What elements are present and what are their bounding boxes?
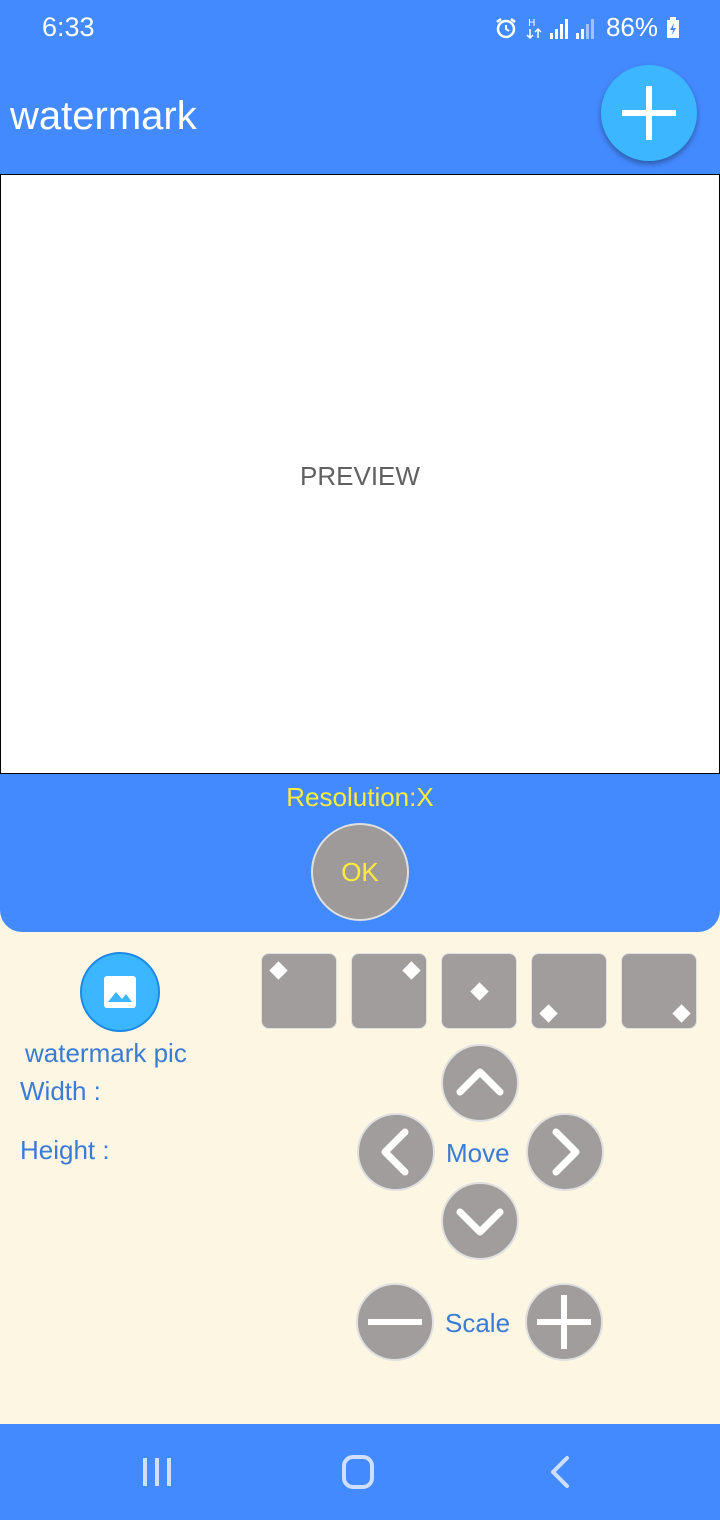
position-center-button[interactable] xyxy=(441,953,517,1029)
home-icon xyxy=(342,1455,374,1489)
add-button[interactable] xyxy=(601,65,697,161)
position-marker xyxy=(402,961,421,980)
alarm-icon xyxy=(496,17,516,38)
recent-apps-icon xyxy=(143,1458,171,1486)
chevron-down-icon xyxy=(456,1208,504,1236)
preview-label: PREVIEW xyxy=(300,461,420,491)
watermark-pic-label: watermark pic xyxy=(25,1038,187,1068)
chevron-up-icon xyxy=(456,1068,504,1096)
plus-icon xyxy=(537,1295,591,1349)
position-marker xyxy=(539,1004,558,1023)
signal-icon xyxy=(549,18,594,39)
scale-up-button[interactable] xyxy=(525,1283,603,1361)
scale-label: Scale xyxy=(445,1308,511,1338)
position-top-right-button[interactable] xyxy=(351,953,427,1029)
battery-percent: 86% xyxy=(605,12,658,42)
resolution-panel: Resolution:X OK xyxy=(0,774,720,932)
plus-icon xyxy=(622,86,676,140)
back-icon xyxy=(551,1456,569,1488)
navigation-bar xyxy=(0,1424,720,1520)
height-label: Height : xyxy=(20,1135,110,1165)
position-marker xyxy=(672,1004,691,1023)
svg-text:H: H xyxy=(528,18,536,29)
position-top-left-button[interactable] xyxy=(261,953,337,1029)
preview-area: PREVIEW xyxy=(0,174,720,774)
ok-button[interactable]: OK xyxy=(311,823,409,921)
scale-down-button[interactable] xyxy=(356,1283,434,1361)
move-left-button[interactable] xyxy=(357,1113,435,1191)
status-bar: 6:33 H 86% xyxy=(0,0,720,56)
move-up-button[interactable] xyxy=(441,1044,519,1122)
move-label: Move xyxy=(446,1138,510,1168)
position-bottom-left-button[interactable] xyxy=(531,953,607,1029)
status-time: 6:33 xyxy=(42,12,95,42)
chevron-left-icon xyxy=(381,1128,409,1176)
recent-apps-button[interactable] xyxy=(127,1448,187,1498)
width-label: Width : xyxy=(20,1076,101,1106)
chevron-right-icon xyxy=(552,1128,580,1176)
position-marker xyxy=(269,961,288,980)
move-down-button[interactable] xyxy=(441,1182,519,1260)
app-title: watermark xyxy=(10,94,197,138)
back-button[interactable] xyxy=(530,1448,590,1498)
move-right-button[interactable] xyxy=(526,1113,604,1191)
status-icons: H 86% xyxy=(494,12,680,43)
image-icon xyxy=(104,976,136,1008)
resolution-text: Resolution:X xyxy=(286,782,434,812)
app-bar: watermark xyxy=(0,56,720,174)
battery-charging-icon xyxy=(667,16,679,38)
watermark-pic-button[interactable] xyxy=(80,952,160,1032)
home-button[interactable] xyxy=(328,1448,388,1498)
position-bottom-right-button[interactable] xyxy=(621,953,697,1029)
minus-icon xyxy=(368,1319,422,1325)
position-marker xyxy=(470,982,489,1001)
data-arrows-icon: H xyxy=(526,18,542,39)
